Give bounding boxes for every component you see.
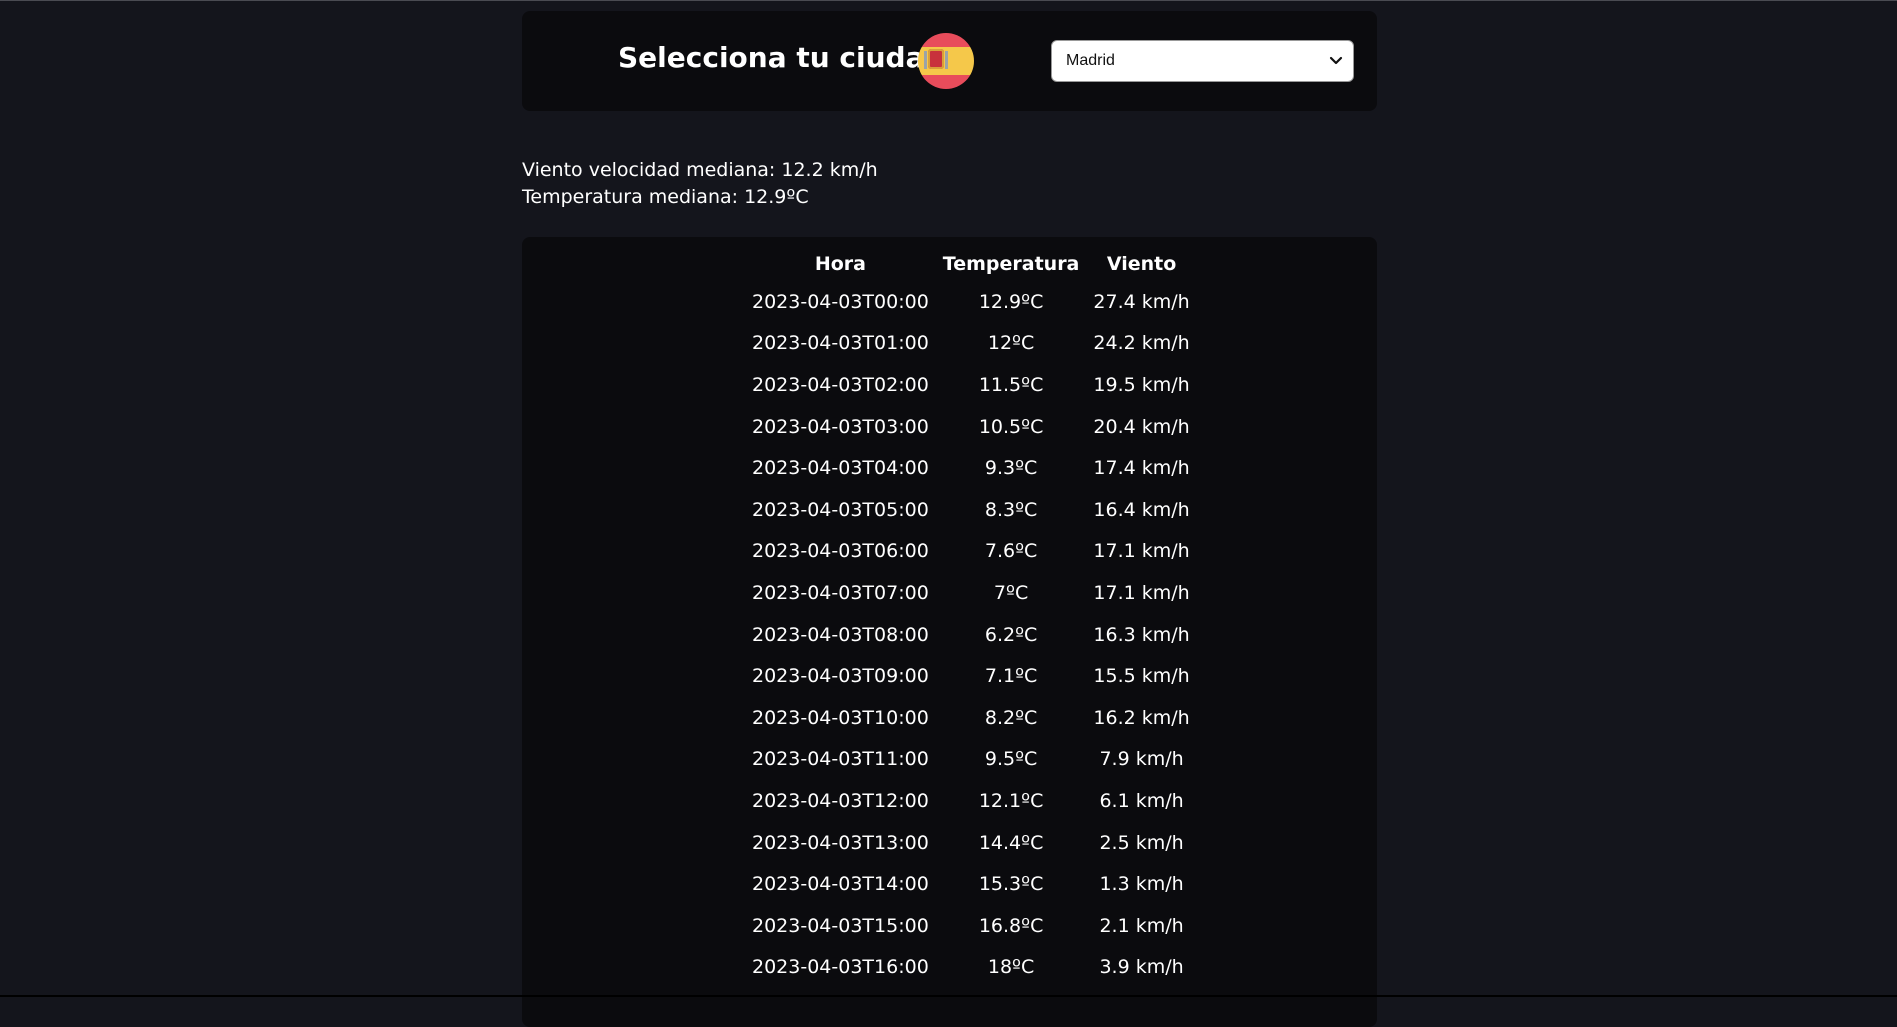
cell-temperatura: 14.4ºC [978, 831, 1044, 854]
cell-hora: 2023-04-03T13:00 [752, 831, 929, 854]
cell-hora: 2023-04-03T11:00 [752, 748, 929, 771]
cell-hora: 2023-04-03T07:00 [752, 581, 929, 604]
table-row: 2023-04-03T03:00 10.5ºC 20.4 km/h [745, 406, 1197, 448]
cell-temperatura: 10.5ºC [978, 415, 1044, 438]
cell-viento: 17.1 km/h [1093, 540, 1190, 563]
cell-viento: 7.9 km/h [1099, 748, 1184, 771]
cell-viento: 16.2 km/h [1093, 706, 1190, 729]
table-row: 2023-04-03T14:00 15.3ºC 1.3 km/h [745, 863, 1197, 905]
table-row: 2023-04-03T10:00 8.2ºC 16.2 km/h [745, 697, 1197, 739]
cell-hora: 2023-04-03T12:00 [752, 789, 929, 812]
spain-flag-icon [918, 33, 974, 89]
cell-hora: 2023-04-03T15:00 [752, 914, 929, 937]
table-row: 2023-04-03T04:00 9.3ºC 17.4 km/h [745, 447, 1197, 489]
table-row: 2023-04-03T08:00 6.2ºC 16.3 km/h [745, 614, 1197, 656]
cell-viento: 16.4 km/h [1093, 498, 1190, 521]
stats-summary: Viento velocidad mediana: 12.2 km/h Temp… [522, 157, 878, 211]
cell-temperatura: 9.5ºC [984, 748, 1038, 771]
cell-temperatura: 6.2ºC [984, 623, 1038, 646]
cell-hora: 2023-04-03T10:00 [752, 706, 929, 729]
cell-hora: 2023-04-03T00:00 [752, 290, 929, 313]
main-container: Selecciona tu ciudad Madrid Viento veloc… [522, 11, 1377, 1027]
cell-temperatura: 18ºC [987, 956, 1035, 979]
table-row: 2023-04-03T16:00 18ºC 3.9 km/h [745, 947, 1197, 989]
table-row: 2023-04-03T15:00 16.8ºC 2.1 km/h [745, 905, 1197, 947]
cell-viento: 17.4 km/h [1093, 457, 1190, 480]
column-header-temperatura: Temperatura [942, 253, 1080, 275]
top-divider [0, 0, 1897, 1]
page-title: Selecciona tu ciudad [618, 41, 945, 74]
cell-hora: 2023-04-03T03:00 [752, 415, 929, 438]
cell-hora: 2023-04-03T05:00 [752, 498, 929, 521]
cell-viento: 20.4 km/h [1093, 415, 1190, 438]
cell-temperatura: 8.2ºC [984, 706, 1038, 729]
cell-viento: 1.3 km/h [1099, 873, 1184, 896]
table-row: 2023-04-03T01:00 12ºC 24.2 km/h [745, 323, 1197, 365]
temperature-median-text: Temperatura mediana: 12.9ºC [522, 186, 809, 208]
weather-table: Hora Temperatura Viento 2023-04-03T00:00… [745, 247, 1197, 988]
cell-temperatura: 15.3ºC [978, 873, 1044, 896]
cell-hora: 2023-04-03T14:00 [752, 873, 929, 896]
city-select[interactable]: Madrid [1051, 40, 1354, 82]
cell-viento: 17.1 km/h [1093, 581, 1190, 604]
flag-crest [928, 49, 944, 69]
cell-hora: 2023-04-03T01:00 [752, 332, 929, 355]
table-row: 2023-04-03T09:00 7.1ºC 15.5 km/h [745, 655, 1197, 697]
chevron-down-icon [1329, 56, 1343, 65]
cell-viento: 2.5 km/h [1099, 831, 1184, 854]
column-header-hora: Hora [814, 253, 866, 275]
cell-temperatura: 7.6ºC [984, 540, 1038, 563]
flag-pillar-left [924, 51, 927, 69]
cell-temperatura: 7ºC [993, 581, 1029, 604]
table-row: 2023-04-03T11:00 9.5ºC 7.9 km/h [745, 739, 1197, 781]
cell-temperatura: 8.3ºC [984, 498, 1038, 521]
cell-viento: 2.1 km/h [1099, 914, 1184, 937]
cell-temperatura: 12.1ºC [978, 789, 1044, 812]
city-select-value: Madrid [1066, 52, 1115, 69]
table-row: 2023-04-03T06:00 7.6ºC 17.1 km/h [745, 531, 1197, 573]
column-header-viento: Viento [1106, 253, 1177, 275]
table-row: 2023-04-03T02:00 11.5ºC 19.5 km/h [745, 364, 1197, 406]
table-row: 2023-04-03T13:00 14.4ºC 2.5 km/h [745, 822, 1197, 864]
cell-viento: 24.2 km/h [1093, 332, 1190, 355]
header-panel: Selecciona tu ciudad Madrid [522, 11, 1377, 111]
cell-viento: 3.9 km/h [1099, 956, 1184, 979]
cell-temperatura: 12.9ºC [978, 290, 1044, 313]
cell-temperatura: 16.8ºC [978, 914, 1044, 937]
weather-table-panel: Hora Temperatura Viento 2023-04-03T00:00… [522, 237, 1377, 1027]
cell-hora: 2023-04-03T06:00 [752, 540, 929, 563]
cell-hora: 2023-04-03T02:00 [752, 373, 929, 396]
cell-hora: 2023-04-03T08:00 [752, 623, 929, 646]
flag-pillar-right [945, 51, 948, 69]
cell-temperatura: 11.5ºC [978, 373, 1044, 396]
table-row: 2023-04-03T00:00 12.9ºC 27.4 km/h [745, 281, 1197, 323]
wind-median-text: Viento velocidad mediana: 12.2 km/h [522, 159, 878, 181]
table-row: 2023-04-03T07:00 7ºC 17.1 km/h [745, 572, 1197, 614]
cell-hora: 2023-04-03T09:00 [752, 665, 929, 688]
cell-viento: 15.5 km/h [1093, 665, 1190, 688]
cell-hora: 2023-04-03T04:00 [752, 457, 929, 480]
cell-viento: 16.3 km/h [1093, 623, 1190, 646]
cell-viento: 27.4 km/h [1093, 290, 1190, 313]
table-row: 2023-04-03T05:00 8.3ºC 16.4 km/h [745, 489, 1197, 531]
cell-hora: 2023-04-03T16:00 [752, 956, 929, 979]
cell-temperatura: 7.1ºC [984, 665, 1038, 688]
cell-viento: 19.5 km/h [1093, 373, 1190, 396]
cell-viento: 6.1 km/h [1099, 789, 1184, 812]
cell-temperatura: 9.3ºC [984, 457, 1038, 480]
table-header-row: Hora Temperatura Viento [745, 247, 1197, 281]
cell-temperatura: 12ºC [987, 332, 1035, 355]
table-row: 2023-04-03T12:00 12.1ºC 6.1 km/h [745, 780, 1197, 822]
